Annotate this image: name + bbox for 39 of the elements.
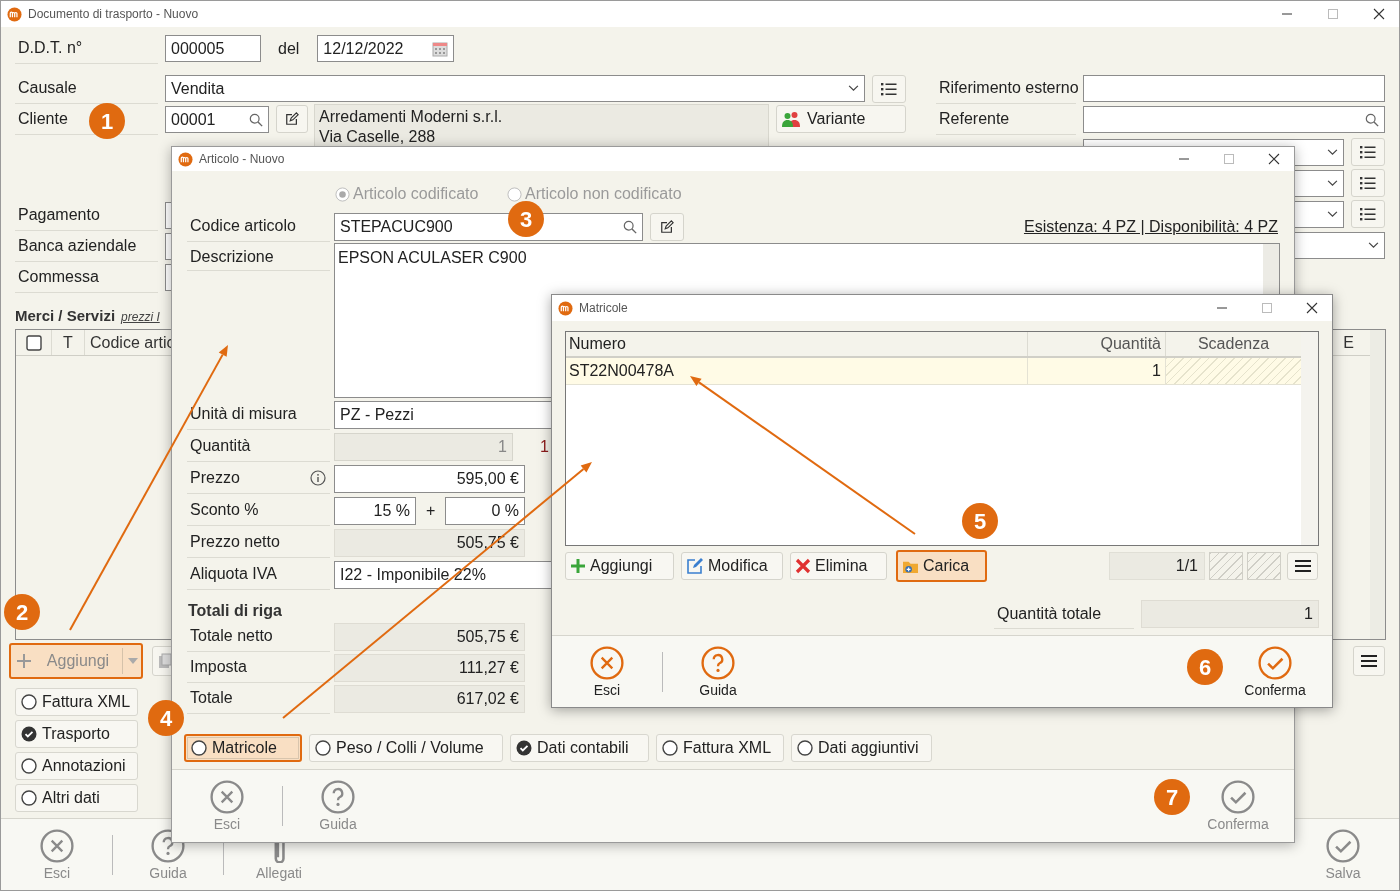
field-label: Prezzo netto bbox=[190, 532, 280, 552]
field-label: Aliquota IVA bbox=[190, 564, 277, 584]
quantity-value: 1 bbox=[540, 436, 549, 457]
field-label: Banca aziendale bbox=[15, 231, 158, 262]
field-label: Prezzo bbox=[190, 468, 240, 488]
field-label: Riferimento esterno bbox=[936, 73, 1076, 104]
step-badge: 2 bbox=[4, 594, 40, 630]
field-label: Causale bbox=[15, 73, 158, 104]
column-header: Numero bbox=[566, 332, 1028, 356]
column-header: Scadenza bbox=[1196, 334, 1271, 354]
window-title: Matricole bbox=[579, 300, 628, 317]
page-indicator: 1/1 bbox=[1109, 552, 1205, 580]
section-title: Merci / Servizi bbox=[15, 306, 116, 326]
column-header: Quantità bbox=[1028, 332, 1166, 356]
field-label: D.D.T. n° bbox=[15, 33, 158, 64]
field-label: Imposta bbox=[187, 652, 330, 683]
field-label: Sconto % bbox=[190, 500, 259, 520]
step-badge: 4 bbox=[148, 700, 184, 736]
column-header: E bbox=[1343, 332, 1354, 353]
table-cell: 1 bbox=[1028, 358, 1166, 384]
date-label: del bbox=[278, 38, 300, 59]
column-header: T bbox=[52, 330, 85, 355]
field-label: Totale bbox=[187, 683, 330, 714]
field-label: Unità di misura bbox=[190, 404, 297, 424]
address-line: Via Caselle, 288 bbox=[319, 127, 437, 147]
field-label: Quantità totale bbox=[994, 599, 1134, 629]
field-label: Referente bbox=[936, 104, 1076, 135]
step-badge: 1 bbox=[89, 103, 125, 139]
field-label: Pagamento bbox=[15, 200, 158, 231]
address-line: Arredamenti Moderni s.r.l. bbox=[319, 107, 504, 127]
field-label: Commessa bbox=[15, 262, 158, 293]
field-label: Descrizione bbox=[187, 243, 330, 271]
plus-sign: + bbox=[426, 500, 437, 521]
window-title: Documento di trasporto - Nuovo bbox=[28, 6, 199, 23]
field-label: Totale netto bbox=[187, 621, 330, 652]
field-label: Quantità bbox=[190, 436, 251, 456]
section-title: Totali di riga bbox=[187, 601, 282, 621]
window-title: Articolo - Nuovo bbox=[199, 151, 285, 168]
field-label: Codice articolo bbox=[187, 211, 330, 242]
